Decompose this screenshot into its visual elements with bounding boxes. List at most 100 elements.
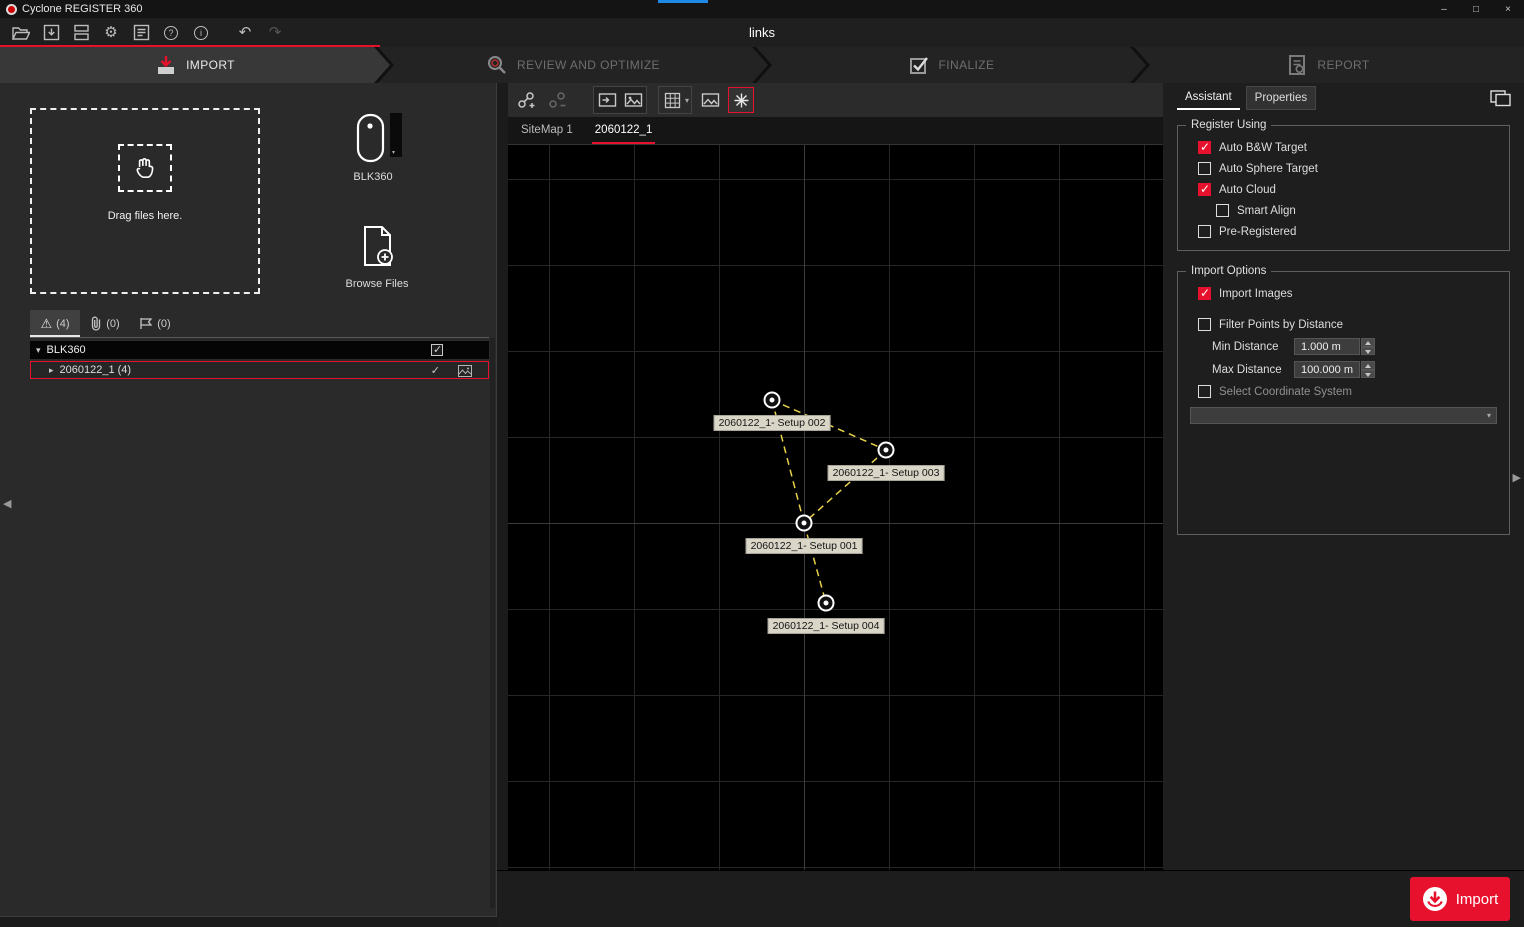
option-filter-points[interactable]: Filter Points by Distance — [1178, 314, 1509, 335]
register-using-title: Register Using — [1186, 119, 1271, 131]
help-icon[interactable]: ? — [160, 22, 182, 44]
tree-parent-checkbox[interactable] — [431, 344, 443, 356]
pre-registered-checkbox[interactable] — [1198, 225, 1211, 238]
auto-cloud-checkbox[interactable] — [1198, 183, 1211, 196]
show-links-tool-icon[interactable] — [728, 87, 754, 113]
min-distance-input[interactable]: 1.000 m — [1294, 338, 1360, 355]
top-blue-strip — [658, 0, 708, 3]
auto-sphere-target-checkbox[interactable] — [1198, 162, 1211, 175]
tab-assistant[interactable]: Assistant — [1177, 86, 1240, 110]
option-smart-align[interactable]: Smart Align — [1178, 200, 1509, 221]
workflow-step-import[interactable]: IMPORT — [0, 47, 390, 83]
setup-point[interactable] — [878, 442, 895, 459]
option-auto-sphere-target[interactable]: Auto Sphere Target — [1178, 158, 1509, 179]
bottom-action-bar: Import — [497, 870, 1524, 927]
setup-label[interactable]: 2060122_1- Setup 003 — [828, 465, 945, 481]
max-distance-row: Max Distance 100.000 m — [1178, 358, 1509, 381]
panel-layout-icon[interactable] — [1490, 90, 1512, 112]
break-link-icon[interactable] — [544, 87, 570, 113]
workflow-step-review[interactable]: REVIEW AND OPTIMIZE — [378, 47, 768, 83]
option-coordinate-system[interactable]: Select Coordinate System — [1178, 381, 1509, 402]
chevron-down-icon: ▾ — [685, 96, 689, 105]
import-source-panel: Drag files here. ▾ BLK360 Browse Files ⚠… — [0, 83, 497, 917]
app-logo-icon — [6, 4, 17, 15]
workflow-step-finalize[interactable]: FINALIZE — [756, 47, 1146, 83]
smart-align-checkbox[interactable] — [1216, 204, 1229, 217]
paperclip-icon — [90, 316, 102, 331]
undo-icon[interactable]: ↶ — [234, 22, 256, 44]
save-project-icon[interactable] — [40, 22, 62, 44]
report-step-icon — [1288, 54, 1308, 76]
finalize-step-icon — [908, 54, 930, 76]
main-area: Drag files here. ▾ BLK360 Browse Files ⚠… — [0, 83, 1524, 927]
setup-label[interactable]: 2060122_1- Setup 004 — [768, 618, 885, 634]
expand-right-panel-arrow[interactable]: ▶ — [1513, 471, 1521, 484]
option-import-images[interactable]: Import Images — [1178, 283, 1509, 304]
tree-child-image-icon[interactable] — [458, 365, 472, 380]
tab-2060122-1[interactable]: 2060122_1 — [592, 117, 656, 144]
filter-points-checkbox[interactable] — [1198, 318, 1211, 331]
info-icon[interactable]: i — [190, 22, 212, 44]
redo-icon[interactable]: ↷ — [264, 22, 286, 44]
collapse-arrow-icon[interactable]: ▾ — [36, 345, 41, 356]
sitemap-canvas[interactable]: 2060122_1- Setup 002 2060122_1- Setup 003… — [508, 145, 1163, 870]
min-distance-stepper[interactable] — [1361, 338, 1375, 355]
tree-child-check-icon[interactable]: ✓ — [431, 364, 440, 377]
tab-properties[interactable]: Properties — [1246, 86, 1316, 110]
coordinate-system-checkbox[interactable] — [1198, 385, 1211, 398]
tree-row-blk360[interactable]: ▾ BLK360 — [30, 341, 489, 359]
import-project-icon[interactable] — [70, 22, 92, 44]
tree-row-dataset[interactable]: ▸ 2060122_1 (4) ✓ — [30, 361, 489, 379]
setup-point[interactable] — [818, 595, 835, 612]
left-panel-scrollbar[interactable] — [490, 338, 495, 908]
import-button[interactable]: Import — [1410, 877, 1510, 921]
register-using-group: Register Using Auto B&W Target Auto Sphe… — [1177, 119, 1510, 251]
open-project-icon[interactable] — [10, 22, 32, 44]
setup-link-line[interactable] — [804, 523, 826, 603]
create-link-icon[interactable] — [513, 87, 539, 113]
expand-arrow-icon[interactable]: ▸ — [49, 365, 54, 376]
collapse-left-panel-arrow[interactable]: ◀ — [3, 497, 11, 510]
option-auto-bw-target[interactable]: Auto B&W Target — [1178, 137, 1509, 158]
image-overlay-icon[interactable] — [697, 87, 723, 113]
max-distance-input[interactable]: 100.000 m — [1294, 361, 1360, 378]
coordinate-system-dropdown[interactable]: ▾ — [1190, 407, 1497, 424]
settings-gear-icon[interactable]: ⚙ — [100, 22, 122, 44]
slicer-dropdown[interactable]: ▾ — [658, 86, 692, 114]
storage-manager-icon[interactable] — [130, 22, 152, 44]
cloud-view-icon[interactable] — [620, 87, 646, 113]
tab-issues[interactable]: ⚠ (4) — [30, 310, 80, 337]
workflow-step-report[interactable]: REPORT — [1134, 47, 1524, 83]
properties-panel: Assistant Properties Register Using Auto… — [1163, 83, 1524, 870]
setup-label[interactable]: 2060122_1- Setup 002 — [714, 415, 831, 431]
import-options-group: Import Options Import Images Filter Poin… — [1177, 265, 1510, 535]
tab-attachments[interactable]: (0) — [80, 310, 130, 337]
option-pre-registered[interactable]: Pre-Registered — [1178, 221, 1509, 242]
max-distance-stepper[interactable] — [1361, 361, 1375, 378]
review-step-icon — [486, 54, 508, 76]
chevron-down-icon: ▾ — [1487, 411, 1491, 420]
setup-link-line[interactable] — [804, 450, 886, 523]
blk360-device[interactable]: ▾ — [356, 113, 402, 163]
source-list-tabs: ⚠ (4) (0) (0) — [30, 310, 489, 338]
setup-point[interactable] — [764, 392, 781, 409]
setup-view-icon[interactable] — [594, 87, 620, 113]
auto-bw-target-checkbox[interactable] — [1198, 141, 1211, 154]
setup-point[interactable] — [796, 515, 813, 532]
sitemap-tabs: SiteMap 1 2060122_1 — [508, 117, 1163, 145]
close-button[interactable]: × — [1492, 0, 1524, 18]
tab-sitemap-1[interactable]: SiteMap 1 — [518, 117, 576, 144]
tab-captures[interactable]: (0) — [130, 310, 180, 337]
maximize-button[interactable]: □ — [1460, 0, 1492, 18]
max-distance-label: Max Distance — [1212, 364, 1294, 376]
setup-label[interactable]: 2060122_1- Setup 001 — [746, 538, 863, 554]
minimize-button[interactable]: – — [1428, 0, 1460, 18]
option-auto-cloud[interactable]: Auto Cloud — [1178, 179, 1509, 200]
sitemap-panel: ▾ SiteMap 1 2060122_1 — [508, 83, 1163, 870]
file-dropzone[interactable]: Drag files here. — [30, 108, 260, 294]
link-lines — [508, 145, 1163, 870]
device-slider[interactable]: ▾ — [390, 113, 402, 157]
import-step-icon — [155, 54, 177, 76]
browse-files-button[interactable]: Browse Files — [322, 225, 432, 290]
import-images-checkbox[interactable] — [1198, 287, 1211, 300]
